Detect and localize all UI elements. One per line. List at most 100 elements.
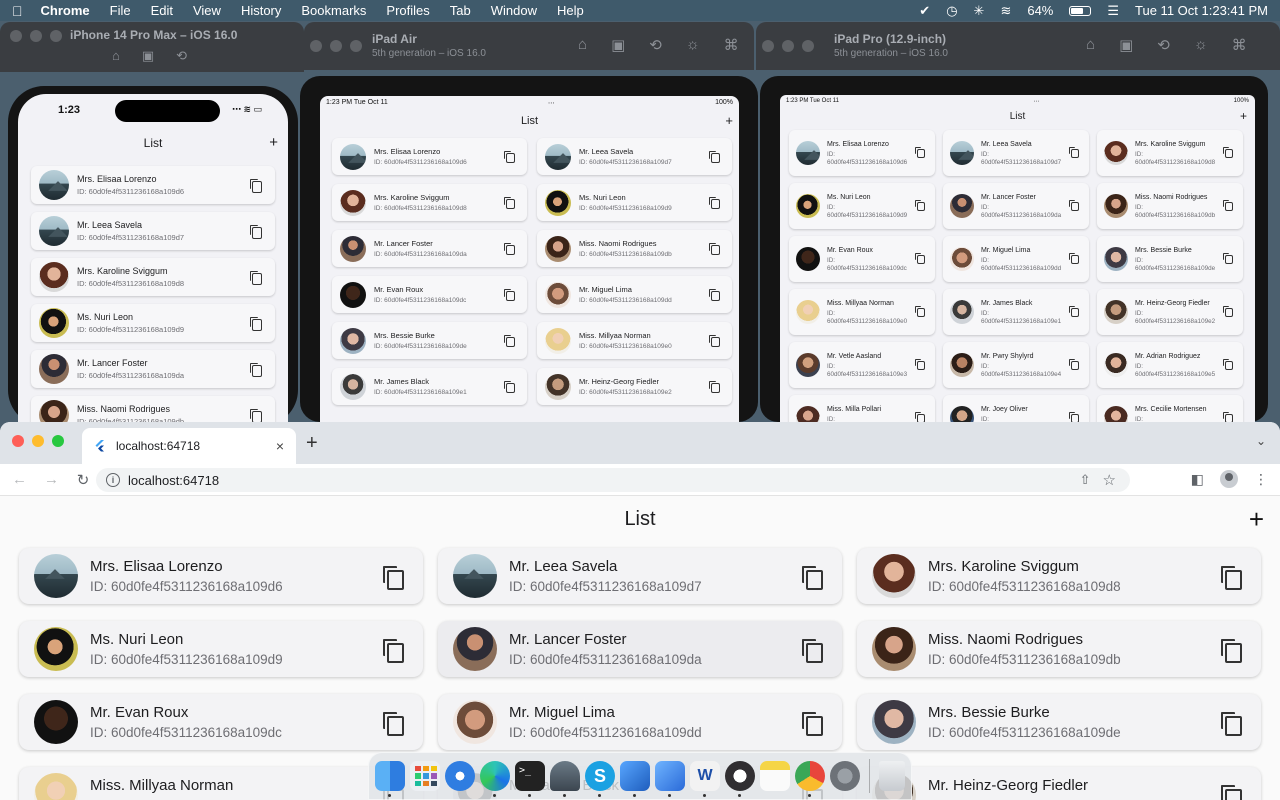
user-card[interactable]: Mr. Vetle Aasland ID: 60d0fe4f5311236168a… (789, 342, 935, 388)
copy-icon[interactable] (709, 151, 720, 163)
copy-icon[interactable] (250, 225, 262, 239)
shake-icon[interactable]: ⌘ (724, 36, 739, 54)
user-card[interactable]: Mrs. Elisaa Lorenzo ID: 60d0fe4f531123616… (31, 166, 275, 204)
terminal-icon[interactable]: >_ (515, 761, 545, 797)
user-card[interactable]: Miss. Millyaa Norman ID: 60d0fe4f53112361… (789, 289, 935, 335)
user-card[interactable]: Mrs. Bessie Burke ID: 60d0fe4f5311236168a… (332, 322, 527, 359)
add-user-button[interactable]: + (1249, 504, 1264, 535)
appearance-icon[interactable]: ☼ (1194, 36, 1208, 54)
safari-icon[interactable] (445, 761, 475, 791)
window-controls[interactable] (12, 435, 64, 447)
copy-icon[interactable] (1221, 785, 1242, 800)
user-card[interactable]: Mrs. Elisaa Lorenzo ID: 60d0fe4f531123616… (789, 130, 935, 176)
user-card[interactable]: Miss. Milla PollariID: 60d0fe4f531123616… (789, 395, 935, 422)
forward-button[interactable]: → (44, 471, 59, 488)
copy-icon[interactable] (1223, 253, 1233, 264)
copy-icon[interactable] (383, 639, 404, 663)
shake-icon[interactable]: ⌘ (1232, 36, 1247, 54)
xcode-icon[interactable] (620, 761, 650, 797)
user-card[interactable]: Mr. Leea Savela ID: 60d0fe4f5311236168a10… (438, 548, 842, 604)
user-card[interactable]: Ms. Nuri Leon ID: 60d0fe4f5311236168a109d… (789, 183, 935, 229)
user-card[interactable]: Miss. Naomi Rodrigues ID: 60d0fe4f5311236… (537, 230, 732, 267)
copy-icon[interactable] (1223, 359, 1233, 370)
copy-icon[interactable] (250, 271, 262, 285)
tunnel-icon[interactable] (550, 761, 580, 797)
copy-icon[interactable] (250, 363, 262, 377)
user-card[interactable]: Mr. Adrian Rodriguez ID: 60d0fe4f53112361… (1097, 342, 1243, 388)
back-button[interactable]: ← (12, 471, 27, 488)
user-card[interactable]: Mr. Evan Roux ID: 60d0fe4f5311236168a109d… (19, 694, 423, 750)
user-card[interactable]: Mr. Leea Savela ID: 60d0fe4f5311236168a10… (537, 138, 732, 175)
copy-icon[interactable] (250, 409, 262, 423)
xcode-simulator-icon[interactable] (655, 761, 685, 797)
user-card[interactable]: Mrs. Bessie Burke ID: 60d0fe4f5311236168a… (1097, 236, 1243, 282)
user-card[interactable]: Mr. Lancer Foster ID: 60d0fe4f5311236168a… (31, 350, 275, 388)
user-card[interactable]: Mr. Lancer Foster ID: 60d0fe4f5311236168a… (438, 621, 842, 677)
menu-bookmarks[interactable]: Bookmarks (301, 3, 366, 18)
copy-icon[interactable] (1069, 147, 1079, 158)
copy-icon[interactable] (1223, 412, 1233, 422)
user-card[interactable]: Mr. Pwry Shylyrd ID: 60d0fe4f5311236168a1… (943, 342, 1089, 388)
user-card[interactable]: Mr. Heinz-Georg Fiedler ID: 60d0fe4f53112… (1097, 289, 1243, 335)
copy-icon[interactable] (709, 381, 720, 393)
user-card[interactable]: Mr. Joey OliverID: 60d0fe4f5311236168a10… (943, 395, 1089, 422)
edge-icon[interactable] (480, 761, 510, 797)
chrome-icon[interactable] (795, 761, 825, 797)
side-panel-icon[interactable]: ◧ (1191, 471, 1204, 488)
user-card[interactable]: Mr. Leea Savela ID: 60d0fe4f5311236168a10… (31, 212, 275, 250)
tab-close-icon[interactable]: × (276, 438, 284, 454)
user-card[interactable]: Mr. James Black ID: 60d0fe4f5311236168a10… (943, 289, 1089, 335)
user-card[interactable]: Ms. Nuri Leon ID: 60d0fe4f5311236168a109d… (537, 184, 732, 221)
copy-icon[interactable] (802, 566, 823, 590)
rotate-icon[interactable]: ⟲ (649, 36, 662, 54)
finder-icon[interactable] (375, 761, 405, 797)
user-card[interactable]: Mrs. Bessie Burke ID: 60d0fe4f5311236168a… (857, 694, 1261, 750)
copy-icon[interactable] (802, 712, 823, 736)
menu-tab[interactable]: Tab (450, 3, 471, 18)
apple-menu-icon[interactable]:  (12, 3, 23, 19)
appearance-icon[interactable]: ☼ (686, 36, 700, 54)
copy-icon[interactable] (383, 712, 404, 736)
copy-icon[interactable] (709, 197, 720, 209)
profile-avatar-icon[interactable] (1220, 470, 1238, 488)
copy-icon[interactable] (915, 200, 925, 211)
copy-icon[interactable] (1223, 147, 1233, 158)
copy-icon[interactable] (383, 566, 404, 590)
copy-icon[interactable] (1221, 639, 1242, 663)
copy-icon[interactable] (504, 243, 515, 255)
user-card[interactable]: Mr. Evan Roux ID: 60d0fe4f5311236168a109d… (332, 276, 527, 313)
reload-button[interactable]: ↻ (76, 471, 90, 489)
copy-icon[interactable] (709, 335, 720, 347)
bookmark-star-icon[interactable]: ☆ (1103, 471, 1116, 489)
copy-icon[interactable] (250, 317, 262, 331)
menu-chrome[interactable]: Chrome (41, 3, 90, 18)
checkmark-status-icon[interactable]: ✔ (919, 3, 930, 19)
menu-help[interactable]: Help (557, 3, 584, 18)
user-card[interactable]: Mr. Miguel Lima ID: 60d0fe4f5311236168a10… (537, 276, 732, 313)
rotate-icon[interactable]: ⟲ (1157, 36, 1170, 54)
window-controls[interactable] (10, 30, 62, 42)
tab-search-chevron-icon[interactable]: ⌄ (1256, 434, 1266, 448)
menu-edit[interactable]: Edit (151, 3, 173, 18)
user-card[interactable]: Mrs. Karoline Sviggum ID: 60d0fe4f5311236… (857, 548, 1261, 604)
add-icon[interactable]: + (725, 113, 733, 128)
window-controls[interactable] (310, 40, 362, 52)
screenshot-icon[interactable]: ▣ (611, 36, 625, 54)
browser-tab[interactable]: localhost:64718 × (82, 428, 296, 464)
user-card[interactable]: Miss. Naomi Rodrigues ID: 60d0fe4f5311236… (31, 396, 275, 424)
user-card[interactable]: Miss. Millyaa Norman ID: 60d0fe4f53112361… (537, 322, 732, 359)
menu-file[interactable]: File (110, 3, 131, 18)
url-text[interactable]: localhost:64718 (128, 473, 219, 488)
add-icon[interactable]: + (1240, 109, 1247, 123)
user-card[interactable]: Mr. Heinz-Georg Fiedler ID: 60d0fe4f53112… (537, 368, 732, 405)
user-card[interactable]: Ms. Nuri Leon ID: 60d0fe4f5311236168a109d… (31, 304, 275, 342)
word-icon[interactable]: W (690, 761, 720, 797)
user-card[interactable]: Mr. Lancer Foster ID: 60d0fe4f5311236168a… (943, 183, 1089, 229)
clock-status-icon[interactable]: ◷ (946, 3, 957, 19)
user-card[interactable]: Mr. Leea Savela ID: 60d0fe4f5311236168a10… (943, 130, 1089, 176)
user-card[interactable]: Mrs. Elisaa Lorenzo ID: 60d0fe4f531123616… (332, 138, 527, 175)
user-card[interactable]: Mrs. Karoline Sviggum ID: 60d0fe4f5311236… (31, 258, 275, 296)
menu-history[interactable]: History (241, 3, 281, 18)
user-card[interactable]: Mr. Evan Roux ID: 60d0fe4f5311236168a109d… (789, 236, 935, 282)
copy-icon[interactable] (1069, 306, 1079, 317)
